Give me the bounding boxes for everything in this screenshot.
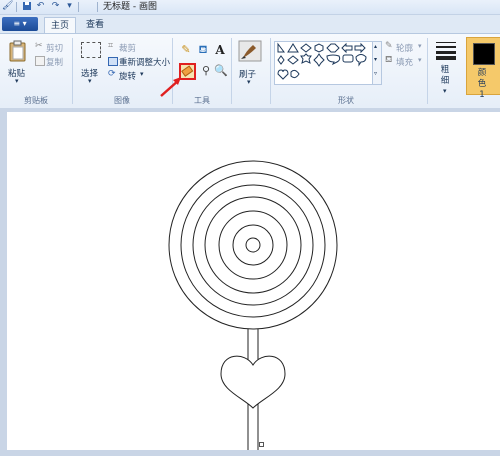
- pencil-icon[interactable]: ✎: [179, 43, 193, 57]
- shapes-group: ▴ ▾ ▿ ✎ 轮廓 ▾ ⛾ 填充 ▾ 形状: [271, 37, 426, 107]
- paint-window: 🖌 ↶ ↷ ▾ 无标题 - 画图 ≡ ▾ 主页 查看 粘贴 ▾ ✂ 剪切 复制 …: [0, 0, 500, 456]
- customize-quick-access-icon[interactable]: ▾: [64, 1, 75, 12]
- ring-circle: [192, 184, 314, 306]
- color1-button[interactable]: 颜色 1: [466, 37, 500, 100]
- select-button[interactable]: 选择 ▾: [79, 40, 103, 85]
- canvas-area: [0, 108, 500, 456]
- size-label: 粗细: [440, 65, 450, 86]
- paste-button[interactable]: 粘贴 ▾: [8, 40, 28, 85]
- chevron-down-icon: ▾: [443, 87, 447, 95]
- separator: [427, 38, 428, 104]
- ring-circle: [218, 210, 288, 280]
- ring-circle: [180, 172, 326, 318]
- fill-label: 填充: [396, 58, 414, 68]
- separator: [97, 2, 98, 12]
- paint-app-icon[interactable]: 🖌: [2, 1, 13, 12]
- color1-swatch: [473, 43, 495, 65]
- copy-icon: [35, 56, 45, 66]
- chevron-up-icon: ▴: [374, 43, 378, 50]
- save-icon[interactable]: [21, 1, 32, 12]
- crop-button[interactable]: ⌗ 裁剪: [108, 41, 170, 54]
- image-group-label: 图像: [114, 96, 130, 105]
- canvas-resize-handle[interactable]: [259, 442, 264, 447]
- ribbon: 粘贴 ▾ ✂ 剪切 复制 剪贴板 选择 ▾ ⌗ 裁剪 重新调整大小 ⟳ 旋转 ▾…: [0, 33, 500, 109]
- crop-icon: ⌗: [108, 41, 114, 51]
- brushes-button[interactable]: 刷子 ▾: [238, 40, 266, 86]
- lollipop-drawing: [168, 160, 338, 450]
- image-group: 选择 ▾ ⌗ 裁剪 重新调整大小 ⟳ 旋转 ▾ 图像: [73, 37, 171, 107]
- chevron-down-icon: ▾: [247, 78, 251, 86]
- shapes-gallery[interactable]: [274, 41, 374, 85]
- size-group: 粗细 ▾: [430, 37, 462, 107]
- chevron-down-icon: ▾: [374, 56, 378, 63]
- stick-top: [247, 329, 259, 360]
- color-picker-icon[interactable]: ⚲: [199, 64, 213, 78]
- resize-icon: [108, 57, 118, 66]
- tab-view[interactable]: 查看: [80, 17, 110, 33]
- redo-icon[interactable]: ↷: [50, 1, 61, 12]
- outline-label: 轮廓: [396, 44, 414, 54]
- clipboard-group: 粘贴 ▾ ✂ 剪切 复制 剪贴板: [0, 37, 72, 107]
- cut-button[interactable]: ✂ 剪切: [35, 41, 71, 54]
- magnifier-icon[interactable]: 🔍: [214, 64, 228, 78]
- tab-home[interactable]: 主页: [44, 17, 76, 34]
- brush-icon: [238, 40, 262, 62]
- resize-button[interactable]: 重新调整大小: [108, 56, 172, 68]
- cut-label: 剪切: [46, 44, 64, 54]
- color1-label: 颜色 1: [477, 68, 487, 100]
- line-width-icon: [436, 42, 456, 60]
- heart-shape: [220, 355, 286, 409]
- center-circle: [245, 237, 261, 253]
- outline-button[interactable]: ✎ 轮廓 ▾: [385, 41, 427, 54]
- tools-group-label: 工具: [194, 96, 210, 105]
- fill-bucket-icon[interactable]: ⛾: [196, 43, 210, 57]
- crop-label: 裁剪: [119, 44, 137, 54]
- rotate-icon: ⟳: [108, 69, 116, 79]
- shapes-group-label: 形状: [338, 96, 354, 105]
- chevron-down-icon: ▾: [88, 77, 92, 85]
- drawing-canvas[interactable]: [7, 112, 500, 450]
- copy-label: 复制: [46, 58, 64, 68]
- separator: [16, 2, 17, 12]
- copy-button[interactable]: 复制: [35, 56, 71, 68]
- fill-button[interactable]: ⛾ 填充 ▾: [385, 55, 427, 68]
- rotate-button[interactable]: ⟳ 旋转 ▾: [108, 69, 158, 82]
- text-tool-icon[interactable]: A: [213, 43, 227, 57]
- rotate-label: 旋转: [119, 72, 137, 82]
- scissors-icon: ✂: [35, 41, 43, 51]
- undo-icon[interactable]: ↶: [35, 1, 46, 12]
- expand-icon: ▿: [374, 70, 378, 77]
- clipboard-group-label: 剪贴板: [24, 96, 48, 105]
- ring-circle: [232, 224, 274, 266]
- fill-icon: ⛾: [385, 55, 393, 65]
- paint-menu-button[interactable]: ≡ ▾: [2, 17, 38, 31]
- outer-circle: [168, 160, 338, 330]
- select-icon: [81, 42, 101, 58]
- title-bar: 🖌 ↶ ↷ ▾ 无标题 - 画图: [0, 0, 500, 15]
- resize-label: 重新调整大小: [119, 58, 171, 68]
- chevron-down-icon: ▾: [418, 42, 422, 50]
- separator: [78, 2, 79, 12]
- chevron-down-icon: ▾: [418, 56, 422, 64]
- ribbon-tabs: ≡ ▾ 主页 查看: [0, 15, 500, 34]
- chevron-down-icon: ▾: [15, 77, 19, 85]
- shapes-scrollbar[interactable]: ▴ ▾ ▿: [372, 41, 382, 85]
- window-title: 无标题 - 画图: [103, 2, 157, 12]
- tools-group: ✎ ⛾ A ⚲ 🔍 工具: [160, 37, 231, 107]
- shapes-gallery-icons: [277, 42, 367, 80]
- stick-bottom: [247, 404, 259, 450]
- size-button[interactable]: 粗细 ▾: [434, 40, 460, 96]
- outline-icon: ✎: [385, 41, 393, 51]
- brushes-group: 刷子 ▾: [232, 37, 270, 107]
- chevron-down-icon: ▾: [140, 70, 144, 78]
- clipboard-icon: [9, 40, 26, 62]
